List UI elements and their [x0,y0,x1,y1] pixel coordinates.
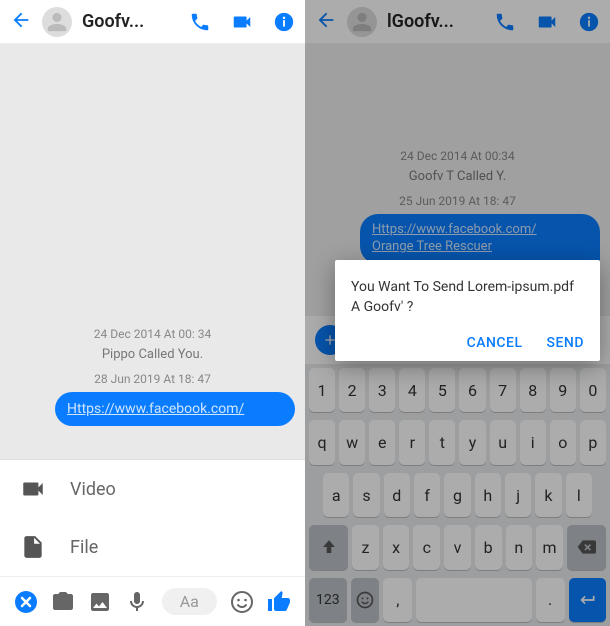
key-9[interactable]: 9 [550,368,576,412]
info-icon[interactable] [273,11,295,33]
phone-icon[interactable] [189,11,211,33]
period-key[interactable]: . [536,578,565,622]
attach-sheet: Video File [0,459,305,576]
message-bubble[interactable]: Https://www.facebook.com/ Orange Tree Re… [360,214,600,264]
back-icon[interactable] [10,9,32,35]
key-r[interactable]: r [399,420,425,464]
key-8[interactable]: 8 [520,368,546,412]
message-link[interactable]: Https://www.facebook.com/ [67,401,244,417]
key-a[interactable]: a [323,473,349,517]
file-icon [20,534,46,560]
send-dialog: You Want To Send Lorem-ipsum.pdf A Goofv… [335,260,600,361]
video-call-icon[interactable] [231,11,253,33]
key-row-numbers: 1234567890 [305,364,610,416]
attach-video-label: Video [70,479,116,500]
gallery-icon[interactable] [88,590,112,614]
key-1[interactable]: 1 [309,368,335,412]
key-m[interactable]: m [536,525,563,569]
key-h[interactable]: h [475,473,501,517]
enter-key[interactable] [569,578,607,622]
composer-bar: Aa [0,576,305,626]
emoji-key[interactable] [351,578,380,622]
attach-file[interactable]: File [0,518,305,576]
camera-icon[interactable] [51,590,75,614]
key-w[interactable]: w [339,420,365,464]
mic-icon[interactable] [125,590,149,614]
like-icon[interactable] [267,590,291,614]
timestamp: 24 Dec 2014 At 00:34 [315,149,600,163]
key-n[interactable]: n [506,525,533,569]
message-link[interactable]: Https://www.facebook.com/ [372,222,588,239]
key-g[interactable]: g [444,473,470,517]
key-f[interactable]: f [414,473,440,517]
attach-video[interactable]: Video [0,460,305,518]
key-p[interactable]: p [580,420,606,464]
avatar[interactable] [42,7,72,37]
call-notice: Goofv T Called Y. [315,169,600,184]
timestamp: 24 Dec 2014 At 00: 34 [10,327,295,341]
chat-header: lGoofv... [305,0,610,44]
key-o[interactable]: o [550,420,576,464]
info-icon[interactable] [578,11,600,33]
keyboard: 1234567890 qwertyuiop asdfghjkl zxcvbnm … [305,364,610,626]
attach-file-label: File [70,537,98,558]
key-t[interactable]: t [429,420,455,464]
message-link[interactable]: Orange Tree Rescuer [372,239,588,256]
back-icon[interactable] [315,9,337,35]
key-123[interactable]: 123 [309,578,347,622]
shift-key[interactable] [309,525,348,569]
close-icon[interactable] [14,590,38,614]
key-x[interactable]: x [383,525,410,569]
cancel-button[interactable]: CANCEL [467,335,523,351]
emoji-icon[interactable] [230,590,254,614]
message-bubble[interactable]: Https://www.facebook.com/ [55,392,295,426]
key-e[interactable]: e [369,420,395,464]
key-7[interactable]: 7 [490,368,516,412]
key-z[interactable]: z [352,525,379,569]
key-0[interactable]: 0 [580,368,606,412]
key-3[interactable]: 3 [369,368,395,412]
send-button[interactable]: SEND [547,335,584,351]
call-notice: Pippo Called You. [10,347,295,362]
key-q[interactable]: q [309,420,335,464]
timestamp: 28 Jun 2019 At 18: 47 [10,372,295,386]
key-i[interactable]: i [520,420,546,464]
avatar[interactable] [347,7,377,37]
dialog-message: You Want To Send Lorem-ipsum.pdf A Goofv… [351,278,584,317]
key-c[interactable]: c [413,525,440,569]
text-input[interactable]: Aa [162,588,217,615]
key-s[interactable]: s [353,473,379,517]
video-call-icon[interactable] [536,11,558,33]
space-key[interactable] [416,578,531,622]
backspace-key[interactable] [567,525,606,569]
key-6[interactable]: 6 [459,368,485,412]
key-y[interactable]: y [459,420,485,464]
key-l[interactable]: l [566,473,592,517]
video-icon [20,476,46,502]
key-k[interactable]: k [535,473,561,517]
key-v[interactable]: v [444,525,471,569]
key-b[interactable]: b [475,525,502,569]
chat-header: Goofv... [0,0,305,44]
key-row-asdf: asdfghjkl [305,469,610,521]
phone-icon[interactable] [494,11,516,33]
key-4[interactable]: 4 [399,368,425,412]
key-row-zxcv: zxcvbnm [305,521,610,573]
contact-name[interactable]: Goofv... [82,11,179,32]
contact-name[interactable]: lGoofv... [387,11,484,32]
timestamp: 25 Jun 2019 At 18: 47 [315,194,600,208]
key-d[interactable]: d [384,473,410,517]
key-j[interactable]: j [505,473,531,517]
comma-key[interactable]: , [383,578,412,622]
key-5[interactable]: 5 [429,368,455,412]
key-u[interactable]: u [490,420,516,464]
key-2[interactable]: 2 [339,368,365,412]
key-row-qwerty: qwertyuiop [305,416,610,468]
